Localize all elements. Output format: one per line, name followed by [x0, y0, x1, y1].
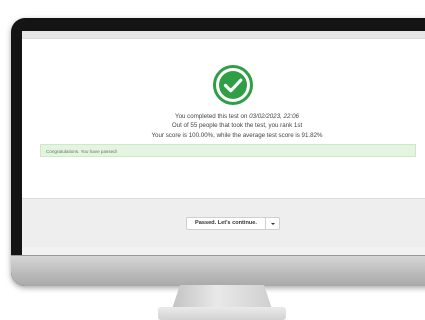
- rank-line: Out of 55 people that took the test, you…: [171, 122, 303, 130]
- dropdown-toggle-button[interactable]: [265, 217, 280, 230]
- completion-date: 03/02/2023, 22:06: [249, 113, 299, 120]
- monitor-base: [158, 307, 286, 320]
- continue-button-group: Passed. Let's continue.: [186, 217, 280, 230]
- monitor-stand: [172, 285, 272, 309]
- monitor-frame: You completed this test on 03/02/2023, 2…: [11, 18, 425, 286]
- check-circle-icon: [213, 65, 253, 105]
- monitor-chin: [11, 255, 425, 286]
- caret-down-icon: [270, 223, 275, 225]
- action-footer: Passed. Let's continue.: [22, 198, 425, 247]
- screen: You completed this test on 03/02/2023, 2…: [22, 31, 425, 255]
- result-summary: You completed this test on 03/02/2023, 2…: [22, 112, 425, 140]
- success-alert: Congratulations. You have passed!: [40, 144, 416, 157]
- continue-button[interactable]: Passed. Let's continue.: [186, 217, 266, 230]
- score-line: Your score is 100.00%, while the average…: [151, 131, 323, 139]
- monitor-mockup: You completed this test on 03/02/2023, 2…: [0, 0, 425, 320]
- result-panel: You completed this test on 03/02/2023, 2…: [22, 39, 425, 198]
- completion-prefix: You completed this test on: [175, 113, 250, 120]
- top-bar: [22, 31, 425, 39]
- completion-line: You completed this test on 03/02/2023, 2…: [22, 112, 425, 121]
